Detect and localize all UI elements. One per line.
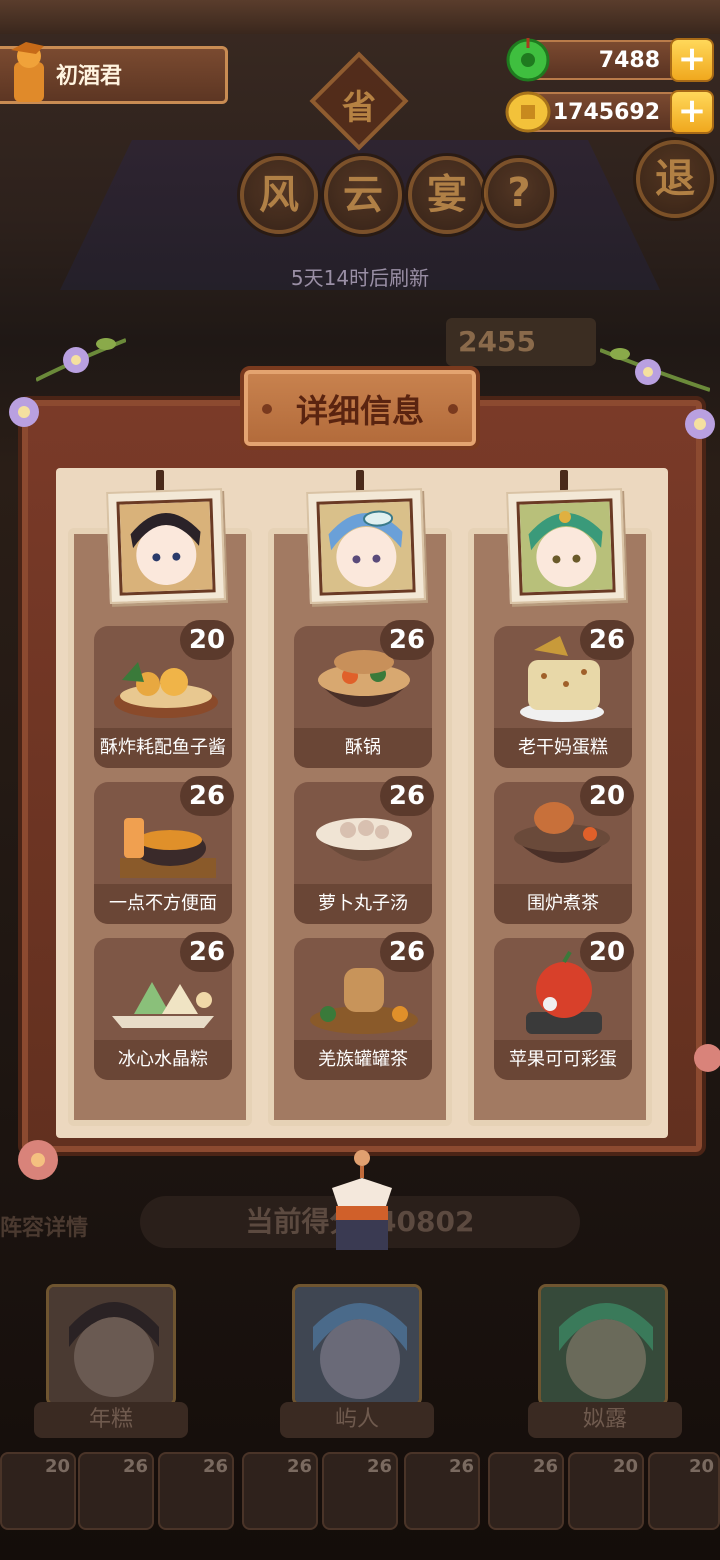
lineup-character-1	[46, 1284, 176, 1406]
lineup-name-1: 年糕	[34, 1402, 188, 1438]
dish-name: 围炉煮茶	[494, 884, 632, 924]
dish-name: 萝卜丸子汤	[294, 884, 432, 924]
dish-level-badge: 20	[580, 932, 634, 972]
dish-name: 一点不方便面	[94, 884, 232, 924]
close-tassel-icon[interactable]	[322, 1148, 402, 1254]
dish-name: 酥炸耗配鱼子酱	[94, 728, 232, 768]
jade-value: 7488	[598, 48, 660, 73]
player-name: 初酒君	[56, 64, 123, 89]
dish-card[interactable]: 20 酥炸耗配鱼子酱	[94, 620, 234, 768]
character-portrait-1	[116, 498, 216, 596]
player-avatar-icon[interactable]	[6, 40, 52, 104]
dish-level-badge: 26	[380, 620, 434, 660]
lineup-label: 阵容详情	[0, 1216, 89, 1241]
flower-decoration-icon	[600, 348, 710, 392]
lineup-name-3: 姒露	[528, 1402, 682, 1438]
dish-card[interactable]: 26 萝卜丸子汤	[294, 776, 434, 924]
mini-dish-5: 26	[322, 1452, 398, 1530]
jade-icon	[506, 38, 550, 82]
dish-name: 冰心水晶粽	[94, 1040, 232, 1080]
character-portrait-2	[316, 498, 416, 596]
dish-card[interactable]: 20 苹果可可彩蛋	[494, 932, 634, 1080]
dish-level-badge: 26	[380, 932, 434, 972]
coin-currency: 1745692 +	[505, 90, 714, 134]
title-char-3: 宴	[408, 156, 486, 234]
dish-level-badge: 20	[180, 620, 234, 660]
lineup-name-2: 屿人	[280, 1402, 434, 1438]
mini-dish-4: 26	[242, 1452, 318, 1530]
dish-name: 羌族罐罐茶	[294, 1040, 432, 1080]
mini-dish-3: 26	[158, 1452, 234, 1530]
flower-decoration-icon	[685, 409, 715, 439]
dish-name: 老干妈蛋糕	[494, 728, 632, 768]
help-button[interactable]: ?	[484, 158, 554, 228]
lineup-character-3	[538, 1284, 668, 1406]
refresh-countdown: 5天14时后刷新	[290, 266, 430, 290]
exit-button[interactable]: 退	[636, 140, 714, 218]
portrait-frame-2[interactable]	[306, 488, 426, 604]
portrait-frame-3[interactable]	[506, 488, 626, 604]
dish-card[interactable]: 26 羌族罐罐茶	[294, 932, 434, 1080]
dish-card[interactable]: 26 冰心水晶粽	[94, 932, 234, 1080]
mini-dish-8: 20	[568, 1452, 644, 1530]
dish-level-badge: 26	[180, 932, 234, 972]
flower-decoration-icon	[694, 1044, 720, 1072]
flower-decoration-icon	[18, 1140, 58, 1180]
mini-dish-9: 20	[648, 1452, 720, 1530]
portrait-frame-1[interactable]	[106, 488, 226, 604]
dish-card[interactable]: 26 老干妈蛋糕	[494, 620, 634, 768]
add-coin-button[interactable]: +	[670, 90, 714, 134]
dish-level-badge: 20	[580, 776, 634, 816]
coin-icon	[505, 91, 551, 133]
dish-name: 苹果可可彩蛋	[494, 1040, 632, 1080]
mini-dish-2: 26	[78, 1452, 154, 1530]
modal-title: 详细信息	[295, 392, 424, 430]
dish-level-badge: 26	[180, 776, 234, 816]
jade-currency: 7488 +	[506, 38, 714, 82]
add-jade-button[interactable]: +	[670, 38, 714, 82]
title-char-1: 风	[240, 156, 318, 234]
dish-card[interactable]: 20 围炉煮茶	[494, 776, 634, 924]
mini-dish-6: 26	[404, 1452, 480, 1530]
dish-level-badge: 26	[580, 620, 634, 660]
dish-card[interactable]: 26 一点不方便面	[94, 776, 234, 924]
province-badge-label: 省	[342, 88, 376, 128]
title-char-2: 云	[324, 156, 402, 234]
flower-decoration-icon	[9, 397, 39, 427]
coin-value: 1745692	[552, 100, 660, 125]
background-score: 2455	[446, 318, 596, 366]
dish-name: 酥锅	[294, 728, 432, 768]
character-portrait-3	[516, 498, 616, 596]
mini-dish-1: 20	[0, 1452, 76, 1530]
dish-level-badge: 26	[380, 776, 434, 816]
roof-beam	[0, 0, 720, 34]
mini-dish-7: 26	[488, 1452, 564, 1530]
flower-decoration-icon	[36, 338, 126, 382]
dish-card[interactable]: 26 酥锅	[294, 620, 434, 768]
lineup-character-2	[292, 1284, 422, 1406]
